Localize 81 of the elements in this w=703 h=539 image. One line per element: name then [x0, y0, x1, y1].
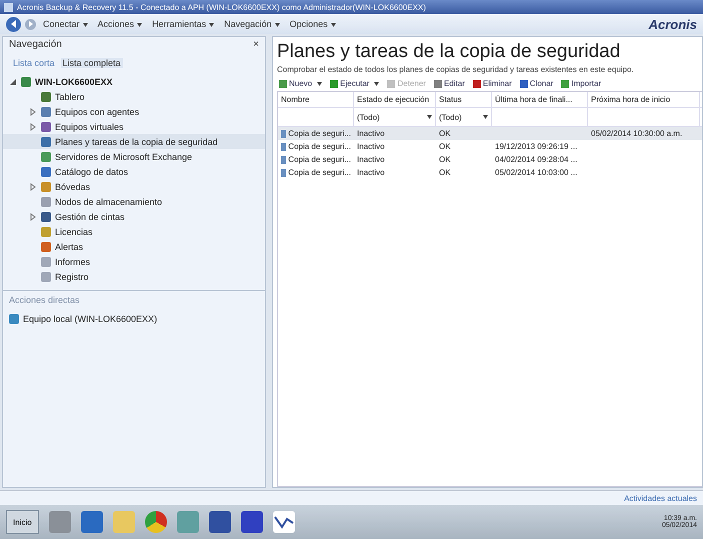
tree-item[interactable]: Informes — [3, 254, 265, 269]
column-header[interactable]: Estado de ejecución — [354, 92, 436, 107]
current-activities-link[interactable]: Actividades actuales — [624, 494, 697, 502]
expander-icon[interactable] — [29, 122, 37, 130]
tree-item[interactable]: Alertas — [3, 239, 265, 254]
table-cell-text: 05/02/2014 10:30:00 a.m. — [590, 128, 684, 140]
table-row[interactable]: Copia de seguri... Inactivo OK 05/02/2014 10:30:00 a.m. — [278, 127, 702, 140]
close-icon[interactable]: × — [253, 39, 259, 50]
caret-icon — [483, 115, 488, 119]
toolbar-button[interactable]: Clonar — [518, 79, 556, 88]
table-cell-text: 05/02/2014 10:03:00 ... — [494, 167, 578, 179]
toolbar-button[interactable]: Ejecutar — [328, 79, 382, 88]
section-title: Acciones directas — [8, 295, 81, 307]
expander-icon[interactable] — [9, 78, 17, 86]
table-row[interactable]: Copia de seguri... Inactivo OK 04/02/2014 09:28:04 ... — [278, 153, 702, 166]
tree-item[interactable]: Equipos virtuales — [3, 119, 265, 134]
view-tab[interactable]: Lista completa — [60, 58, 123, 68]
tree-item[interactable]: Planes y tareas de la copia de seguridad — [3, 134, 265, 149]
column-header[interactable]: Última hora de finali... — [492, 92, 588, 107]
menu-item[interactable]: Conectar — [40, 19, 91, 29]
menu-item[interactable]: Navegación — [221, 19, 283, 29]
caret-icon — [274, 23, 280, 27]
menu-item[interactable]: Herramientas — [149, 19, 218, 29]
caret-icon — [317, 82, 322, 86]
table-cell-text: OK — [438, 128, 452, 140]
panel-title: Navegación — [9, 39, 62, 50]
toolbar-button[interactable]: Nuevo — [277, 79, 324, 88]
caret-icon — [427, 115, 432, 119]
table-cell: Copia de seguri... — [278, 140, 354, 153]
table-cell-text: OK — [438, 141, 452, 153]
window-title: Acronis Backup & Recovery 11.5 - Conectado a APH (WIN-LOK6600EXX) como Administrador(WIN-LOK6600EXX) — [17, 2, 426, 12]
tree-item[interactable]: Registro — [3, 269, 265, 284]
shortcut-item[interactable]: Equipo local (WIN-LOK6600EXX) — [3, 311, 265, 326]
table-cell-text: 04/02/2014 09:28:04 ... — [494, 154, 578, 166]
tree-item[interactable]: Nodos de almacenamiento — [3, 194, 265, 209]
caret-icon — [330, 23, 336, 27]
expander-icon[interactable] — [29, 108, 37, 116]
table-cell-text: Inactivo — [356, 154, 386, 166]
page-title: Planes y tareas de la copia de seguridad — [277, 41, 622, 63]
table-row[interactable]: Copia de seguri... Inactivo OK 05/02/2014 10:03:00 ... — [278, 166, 702, 179]
forward-button[interactable] — [25, 18, 36, 30]
table-cell-text: OK — [438, 154, 452, 166]
caret-icon — [82, 23, 88, 27]
forward-arrow-icon — [28, 21, 34, 27]
view-tab[interactable]: Lista corta — [13, 58, 55, 68]
tree-item[interactable]: Equipos con agentes — [3, 104, 265, 119]
back-arrow-icon — [10, 20, 18, 28]
caret-icon — [209, 23, 214, 27]
table-row[interactable]: Copia de seguri... Inactivo OK 19/12/2013 09:26:19 ... — [278, 140, 702, 153]
logo: Acronis — [648, 16, 697, 32]
table-cell-text: Inactivo — [356, 141, 386, 153]
column-header[interactable]: Status — [436, 92, 492, 107]
caret-icon — [137, 23, 142, 27]
back-button[interactable] — [6, 16, 21, 32]
table-cell: Copia de seguri... — [278, 153, 354, 166]
table-cell-text: 19/12/2013 09:26:19 ... — [494, 141, 578, 153]
toolbar-button[interactable]: Editar — [432, 79, 467, 88]
column-header[interactable]: Nombre — [278, 92, 354, 107]
start-button[interactable]: Inicio — [6, 510, 39, 534]
tree-item[interactable]: Servidores de Microsoft Exchange — [3, 149, 265, 164]
table-cell-text: Inactivo — [356, 128, 386, 140]
table-cell-text: Inactivo — [356, 167, 386, 179]
page-description: Comprobar el estado de todos los planes de copias de seguridad y tareas existentes en este equipo. — [277, 65, 635, 74]
menu-item[interactable]: Opciones — [286, 19, 339, 29]
tree-item[interactable]: Catálogo de datos — [3, 164, 265, 179]
tree-item[interactable]: WIN-LOK6600EXX — [3, 74, 265, 89]
toolbar-button[interactable]: Eliminar — [470, 79, 514, 88]
tree-item[interactable]: Tablero — [3, 89, 265, 104]
expander-icon[interactable] — [29, 212, 37, 220]
table-cell-text: OK — [438, 167, 452, 179]
tree-item[interactable]: Gestión de cintas — [3, 209, 265, 224]
column-header[interactable]: Próxima hora de inicio — [588, 92, 700, 107]
menu-item[interactable]: Acciones — [94, 19, 146, 29]
chart-icon[interactable] — [272, 511, 295, 533]
expander-icon[interactable] — [29, 182, 37, 190]
table-cell: Copia de seguri... — [278, 166, 354, 179]
toolbar-button[interactable]: Importar — [559, 79, 604, 88]
tree-item[interactable]: Bóvedas — [3, 179, 265, 194]
tree-item[interactable]: Licencias — [3, 224, 265, 239]
caret-icon — [374, 82, 380, 86]
table-cell: Copia de seguri... — [278, 127, 354, 140]
